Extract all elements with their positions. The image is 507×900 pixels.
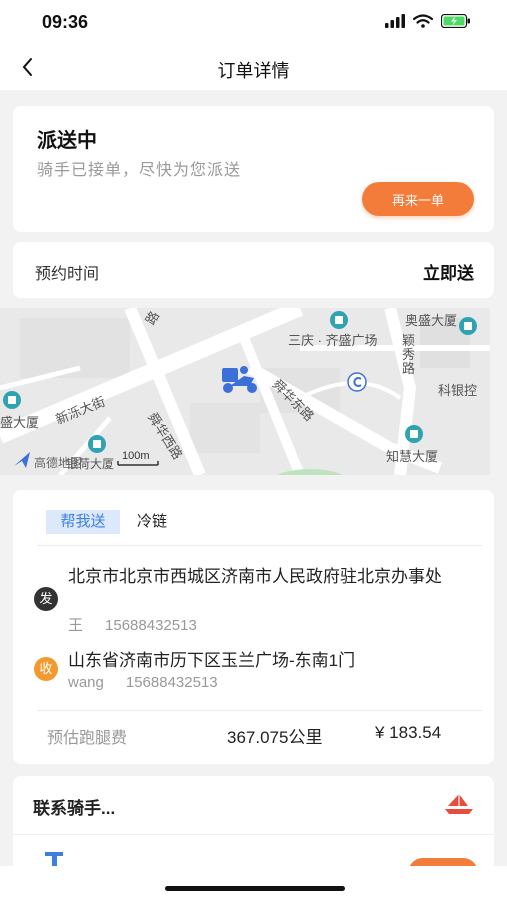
fee-distance: 367.075公里 bbox=[227, 728, 323, 747]
fee-price: ¥ 183.54 bbox=[375, 723, 442, 742]
status-icons bbox=[385, 14, 471, 28]
sender-phone: 15688432513 bbox=[105, 617, 197, 634]
order-status-title: 派送中 bbox=[37, 130, 97, 152]
receiver-name: wang bbox=[68, 674, 104, 691]
delivery-map[interactable]: 路 三庆 · 齐盛广场 奥盛大厦 颖秀路 科银控 盛大厦 新泺大街 舜华西路 舜… bbox=[0, 308, 490, 475]
receiver-badge: 收 bbox=[34, 657, 58, 681]
map-scale-label: 100m bbox=[122, 450, 150, 462]
reorder-button[interactable]: 再来一单 bbox=[362, 182, 474, 216]
receiver-contact: wang 15688432513 bbox=[68, 674, 218, 691]
paper-plane-icon[interactable] bbox=[444, 792, 474, 816]
tab-cold-chain[interactable]: 冷链 bbox=[137, 510, 167, 534]
order-detail-card: 帮我送 冷链 发 北京市北京市西城区济南市人民政府驻北京办事处 王 1568843… bbox=[13, 490, 494, 764]
contact-rider-title[interactable]: 联系骑手... bbox=[33, 794, 115, 819]
wifi-icon bbox=[413, 14, 433, 28]
page-title: 订单详情 bbox=[217, 61, 290, 81]
home-indicator-bar bbox=[0, 866, 507, 900]
map-label-yingxiu: 颖秀路 bbox=[402, 333, 416, 376]
sender-name: 王 bbox=[68, 617, 84, 634]
status-bar: 09:36 bbox=[0, 0, 507, 46]
appointment-time-row: 预约时间 立即送 bbox=[13, 242, 494, 298]
appointment-time-label: 预约时间 bbox=[35, 266, 100, 283]
tab-help-send[interactable]: 帮我送 bbox=[46, 510, 120, 534]
fee-label: 预估跑腿费 bbox=[47, 730, 128, 747]
map-label-kejian: 科银控 bbox=[438, 383, 478, 398]
rider-divider bbox=[13, 834, 494, 835]
map-label-sanqing: 三庆 · 齐盛广场 bbox=[288, 333, 378, 348]
sender-contact: 王 15688432513 bbox=[68, 614, 197, 635]
sender-address: 北京市北京市西城区济南市人民政府驻北京办事处 bbox=[68, 567, 442, 586]
sender-badge: 发 bbox=[34, 587, 58, 611]
order-status-subtitle: 骑手已接单，尽快为您派送 bbox=[37, 162, 242, 179]
fee-divider bbox=[37, 710, 482, 711]
nav-bar: 订单详情 bbox=[0, 46, 507, 90]
map-label-sheng: 盛大厦 bbox=[0, 415, 40, 430]
rider-card: 联系骑手... bbox=[13, 776, 494, 888]
map-label-gaode: 高德地图 bbox=[34, 456, 83, 470]
home-indicator[interactable] bbox=[165, 886, 345, 891]
signal-icon bbox=[385, 14, 405, 28]
tab-divider bbox=[37, 545, 482, 546]
order-status-card: 派送中 骑手已接单，尽快为您派送 再来一单 bbox=[13, 106, 494, 232]
status-time: 09:36 bbox=[42, 12, 89, 32]
receiver-phone: 15688432513 bbox=[125, 674, 218, 691]
receiver-address: 山东省济南市历下区玉兰广场-东南1门 bbox=[68, 651, 356, 670]
appointment-time-value: 立即送 bbox=[423, 264, 474, 283]
map-label-aosheng: 奥盛大厦 bbox=[405, 313, 458, 328]
battery-icon bbox=[441, 14, 470, 28]
map-label-zhihui: 知慧大厦 bbox=[386, 449, 439, 464]
